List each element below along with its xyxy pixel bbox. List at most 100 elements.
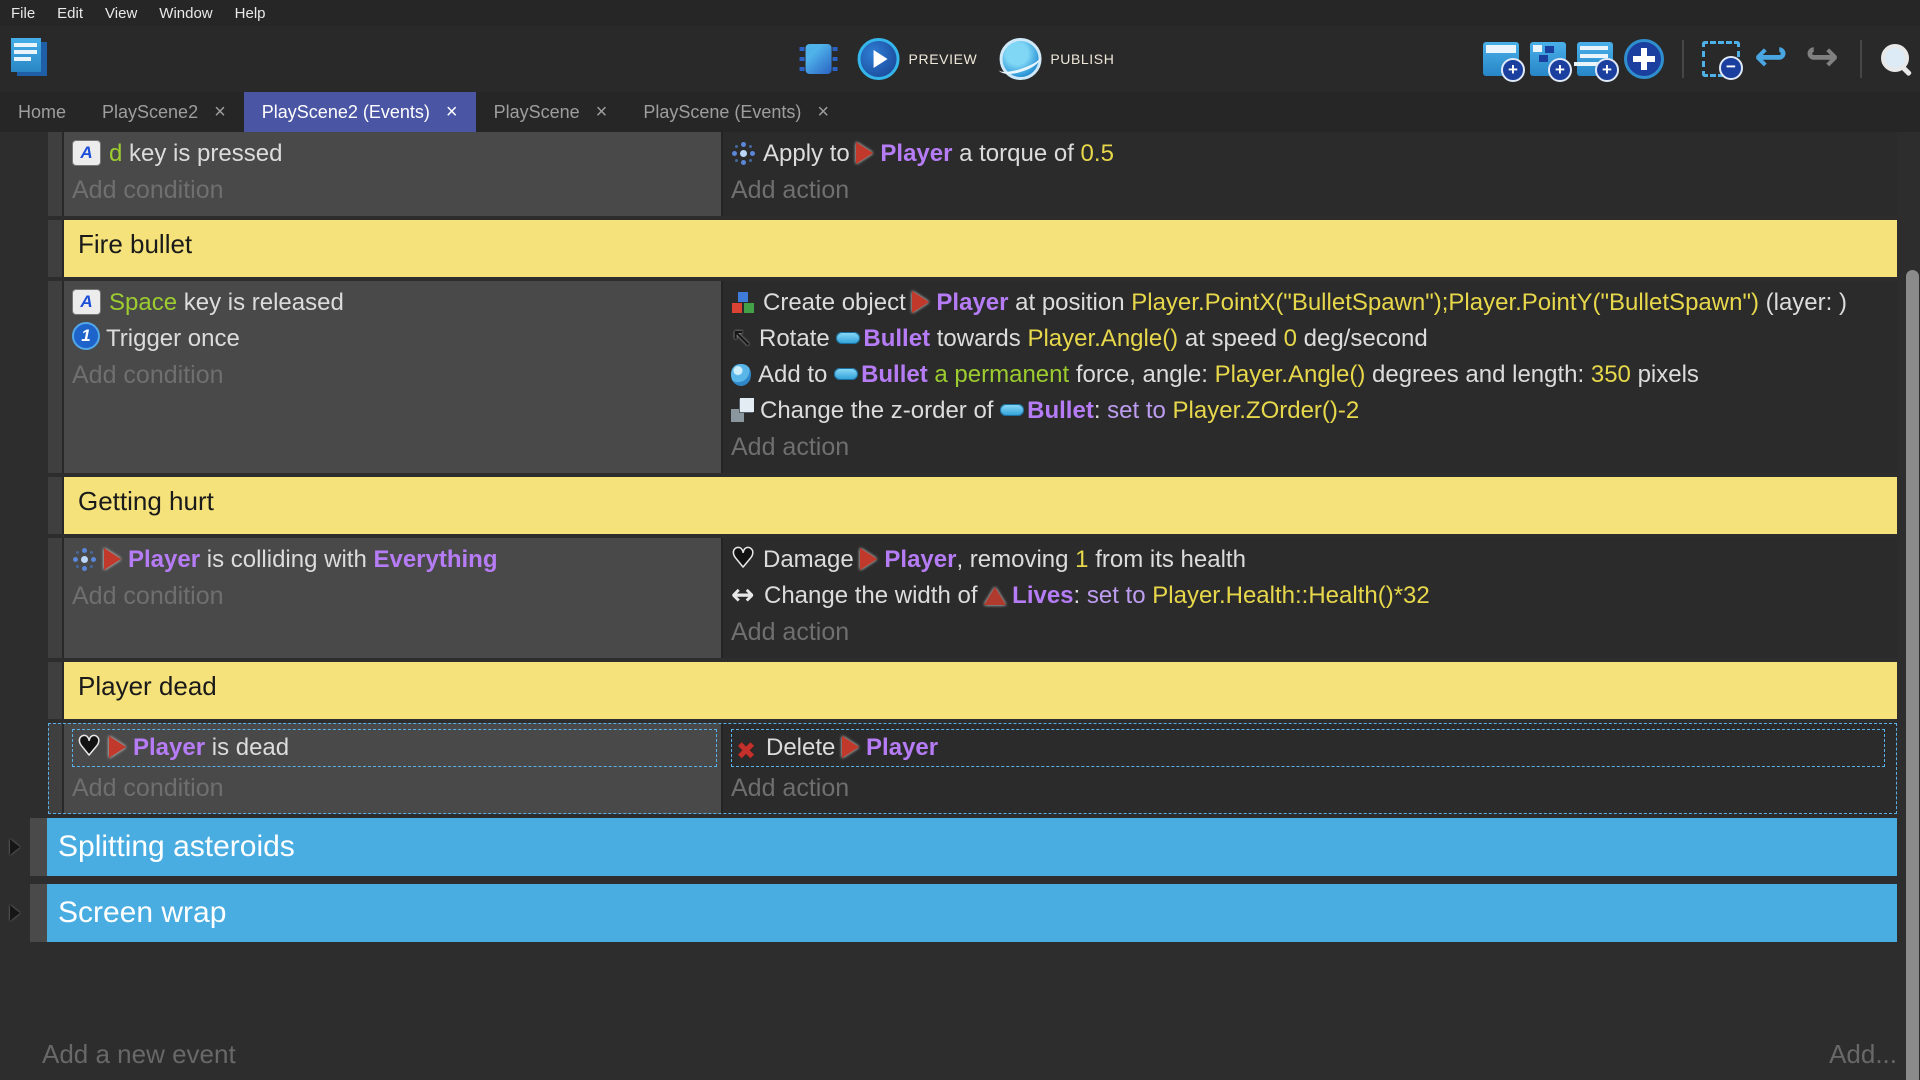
action[interactable]: Add to Bullet a permanent force, angle: … [731, 357, 1889, 393]
menu-file[interactable]: File [0, 5, 46, 22]
physics-icon [731, 141, 755, 165]
collapse-arrow-icon[interactable] [10, 839, 20, 855]
project-manager-icon[interactable] [10, 38, 48, 78]
z-order-icon [731, 398, 755, 422]
add-action-button[interactable]: Add action [731, 429, 1889, 465]
group-title[interactable]: Splitting asteroids [47, 818, 1897, 876]
heart-icon [731, 545, 758, 571]
condition[interactable]: Trigger once [72, 321, 721, 357]
action[interactable]: Change the width of Lives: set to Player… [731, 578, 1889, 614]
tab-close-icon[interactable]: × [817, 102, 829, 122]
trigger-once-icon [72, 322, 100, 350]
actions-column: Apply to Player a torque of 0.5Add actio… [723, 132, 1897, 216]
add-comment-icon[interactable] [1577, 42, 1613, 76]
text-segment: Lives [1012, 582, 1073, 609]
action[interactable]: Create object Player at position Player.… [731, 285, 1889, 321]
text-segment: 0 [1284, 325, 1297, 352]
text-segment: at position [1008, 289, 1131, 316]
text-segment: Change the z-order of [760, 397, 1000, 424]
publish-button[interactable]: PUBLISH [999, 38, 1114, 80]
menu-view[interactable]: View [94, 5, 148, 22]
add-button[interactable]: Add... [1829, 1039, 1897, 1070]
add-action-button[interactable]: Add action [731, 172, 1889, 208]
row-handle[interactable] [48, 477, 64, 534]
event-row: d key is pressedAdd conditionApply to Pl… [48, 132, 1897, 216]
conditions-column: Player is colliding with EverythingAdd c… [64, 538, 723, 658]
comment-text[interactable]: Getting hurt [64, 477, 1897, 534]
add-new-event-button[interactable]: Add a new event [42, 1039, 236, 1070]
tab-close-icon[interactable]: × [446, 102, 458, 122]
action[interactable]: Rotate Bullet towards Player.Angle() at … [731, 321, 1889, 357]
row-handle[interactable] [48, 132, 64, 216]
action[interactable]: Delete Player [731, 729, 1885, 767]
row-handle[interactable] [48, 662, 64, 719]
player-ship-icon [109, 736, 126, 758]
events-sheet: d key is pressedAdd conditionApply to Pl… [0, 132, 1920, 1028]
redo-icon[interactable] [1802, 40, 1842, 78]
conditions-column: Player is deadAdd condition [64, 723, 723, 814]
text-segment: towards [930, 325, 1027, 352]
action[interactable]: Damage Player, removing 1 from its healt… [731, 542, 1889, 578]
comment-text[interactable]: Player dead [64, 662, 1897, 719]
tab-home[interactable]: Home [0, 92, 84, 132]
row-handle[interactable] [48, 281, 64, 473]
add-more-icon[interactable] [1624, 39, 1664, 79]
sheet-footer: Add a new event Add... [0, 1028, 1897, 1080]
tab-playscene2-events[interactable]: PlayScene2 (Events)× [244, 92, 476, 132]
row-handle[interactable] [30, 818, 47, 876]
row-handle[interactable] [48, 220, 64, 277]
vertical-scrollbar[interactable] [1906, 270, 1919, 1080]
remove-selection-icon[interactable] [1702, 41, 1740, 77]
action[interactable]: Apply to Player a torque of 0.5 [731, 136, 1889, 172]
menu-help[interactable]: Help [224, 5, 277, 22]
add-condition-button[interactable]: Add condition [72, 770, 721, 806]
condition[interactable]: d key is pressed [72, 136, 721, 172]
text-segment: a permanent [934, 361, 1069, 388]
tab-label: Home [18, 102, 66, 123]
text-segment: Bullet [861, 361, 928, 388]
toolbar-center: PREVIEW PUBLISH [806, 26, 1115, 92]
undo-icon[interactable] [1751, 40, 1791, 78]
tab-playscene-events[interactable]: PlayScene (Events)× [625, 92, 847, 132]
text-segment: : [1074, 582, 1087, 609]
row-handle[interactable] [30, 884, 47, 942]
text-segment: pixels [1631, 361, 1699, 388]
tab-playscene2[interactable]: PlayScene2× [84, 92, 244, 132]
tab-label: PlayScene [494, 102, 580, 123]
text-segment: : [1094, 397, 1107, 424]
debug-icon[interactable] [806, 44, 832, 74]
menu-window[interactable]: Window [148, 5, 223, 22]
search-icon[interactable] [1880, 43, 1912, 75]
tab-close-icon[interactable]: × [214, 102, 226, 122]
action[interactable]: Change the z-order of Bullet: set to Pla… [731, 393, 1889, 429]
collapse-arrow-icon[interactable] [10, 905, 20, 921]
group-title[interactable]: Screen wrap [47, 884, 1897, 942]
add-action-button[interactable]: Add action [731, 770, 1889, 806]
tab-playscene[interactable]: PlayScene × [476, 92, 626, 132]
comment-text[interactable]: Fire bullet [64, 220, 1897, 277]
row-handle[interactable] [48, 723, 64, 814]
add-subevent-icon[interactable] [1530, 42, 1566, 76]
comment-row: Getting hurt [48, 477, 1897, 534]
tab-close-icon[interactable]: × [596, 102, 608, 122]
player-ship-icon [842, 736, 859, 758]
add-condition-button[interactable]: Add condition [72, 357, 721, 393]
player-ship-icon [860, 548, 877, 570]
text-segment: key is pressed [122, 140, 282, 167]
row-handle[interactable] [48, 538, 64, 658]
group-row: Screen wrap [30, 884, 1897, 942]
player-ship-icon [912, 291, 929, 313]
add-condition-button[interactable]: Add condition [72, 578, 721, 614]
add-event-icon[interactable] [1483, 42, 1519, 76]
condition[interactable]: Player is colliding with Everything [72, 542, 721, 578]
actions-column: Delete PlayerAdd action [723, 723, 1897, 814]
add-condition-button[interactable]: Add condition [72, 172, 721, 208]
conditions-column: d key is pressedAdd condition [64, 132, 723, 216]
condition[interactable]: Player is dead [72, 729, 717, 767]
preview-button[interactable]: PREVIEW [858, 38, 978, 80]
tab-bar: HomePlayScene2×PlayScene2 (Events)×PlayS… [0, 92, 1920, 132]
menu-edit[interactable]: Edit [46, 5, 94, 22]
text-segment: at speed [1178, 325, 1283, 352]
add-action-button[interactable]: Add action [731, 614, 1889, 650]
condition[interactable]: Space key is released [72, 285, 721, 321]
